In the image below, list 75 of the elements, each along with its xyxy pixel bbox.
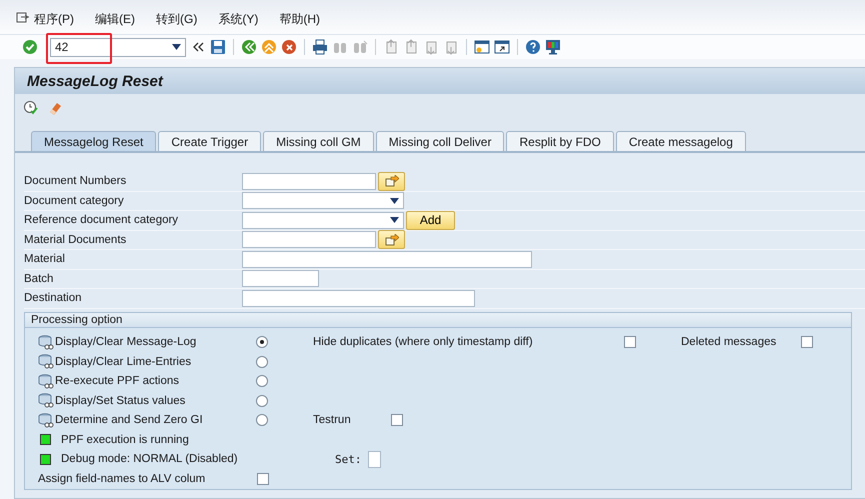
option-label: Deleted messages [681,336,778,348]
database-icon [38,412,54,428]
radio-button[interactable] [256,394,268,407]
field-label: Destination [24,292,83,304]
group-title: Processing option [25,312,851,328]
arrow-icon [384,234,398,246]
tab[interactable]: Create messagelog [616,131,746,151]
caret-icon [172,44,181,50]
menu-item[interactable]: 转到(G) [156,10,198,28]
database-icon [38,354,54,370]
monitor-icon[interactable] [545,39,561,55]
multiple-selection-button[interactable] [378,172,405,191]
help-icon[interactable] [525,39,541,55]
new-window-icon[interactable] [474,39,490,55]
checkbox[interactable] [391,414,403,426]
radio-button[interactable] [256,336,268,348]
back-icon[interactable] [241,39,257,55]
database-icon [38,374,54,389]
input-field[interactable] [242,270,319,288]
menu-item[interactable]: 帮助(H) [279,10,320,28]
checkbox[interactable] [801,336,813,348]
input-field[interactable] [368,450,381,468]
radio-button[interactable] [256,356,268,368]
option-label: Display/Set Status values [55,394,186,407]
eraser-icon[interactable] [47,100,63,116]
option-label: Determine and Send Zero GI [55,414,203,426]
input-field[interactable] [242,290,475,307]
status-label: Debug mode: NORMAL (Disabled) [61,453,238,466]
input-field[interactable] [242,172,376,190]
radio-button[interactable] [256,414,268,426]
set-label: Set: [335,452,362,466]
add-button[interactable]: Add [406,210,455,230]
multiple-selection-button[interactable] [378,230,405,250]
checkbox[interactable] [624,336,636,348]
clock-check-icon[interactable] [23,100,39,116]
option-label: Display/Clear Message-Log [55,336,196,348]
option-label: Testrun [313,414,352,426]
field-label: Reference document category [24,214,180,226]
input-field[interactable] [242,231,376,248]
tab[interactable]: Messagelog Reset [31,131,156,151]
menu-item[interactable]: 程序(P) [34,10,74,28]
database-icon [38,334,54,350]
option-label: Assign field-names to ALV colum [38,472,206,485]
caret-icon [390,217,399,224]
radio-button[interactable] [256,375,268,388]
checkmark-icon[interactable] [22,39,38,55]
option-label: Hide duplicates (where only timestamp diff) [313,336,534,348]
shortcut-icon[interactable] [494,39,510,55]
menu-item[interactable]: 系统(Y) [218,10,258,28]
tab[interactable]: Missing coll GM [263,131,374,151]
save-icon[interactable] [210,39,226,55]
print-icon[interactable] [312,39,328,55]
dropdown-field[interactable] [242,192,404,210]
input-field[interactable] [242,250,532,268]
field-label: Batch [24,272,54,285]
dropdown-field[interactable] [242,212,404,229]
tab[interactable]: Resplit by FDO [506,131,614,151]
option-label: Display/Clear Lime-Entries [55,356,192,368]
field-label: Material [24,253,66,266]
arrow-icon [384,175,398,188]
menu-item[interactable]: 编辑(E) [95,10,135,28]
field-label: Document category [24,194,125,207]
screen-title: MessageLog Reset [27,72,163,90]
cancel-icon[interactable] [281,39,297,55]
field-label: Document Numbers [24,175,128,188]
field-label: Material Documents [24,234,128,246]
tab[interactable]: Create Trigger [158,131,262,151]
option-label: Re-execute PPF actions [55,375,180,388]
database-icon [38,393,54,408]
caret-icon [390,198,399,204]
tab[interactable]: Missing coll Deliver [376,131,504,151]
status-label: PPF execution is running [61,434,189,446]
command-field[interactable]: 42 [50,38,186,56]
exit-icon[interactable] [261,39,277,55]
checkbox[interactable] [257,472,269,485]
